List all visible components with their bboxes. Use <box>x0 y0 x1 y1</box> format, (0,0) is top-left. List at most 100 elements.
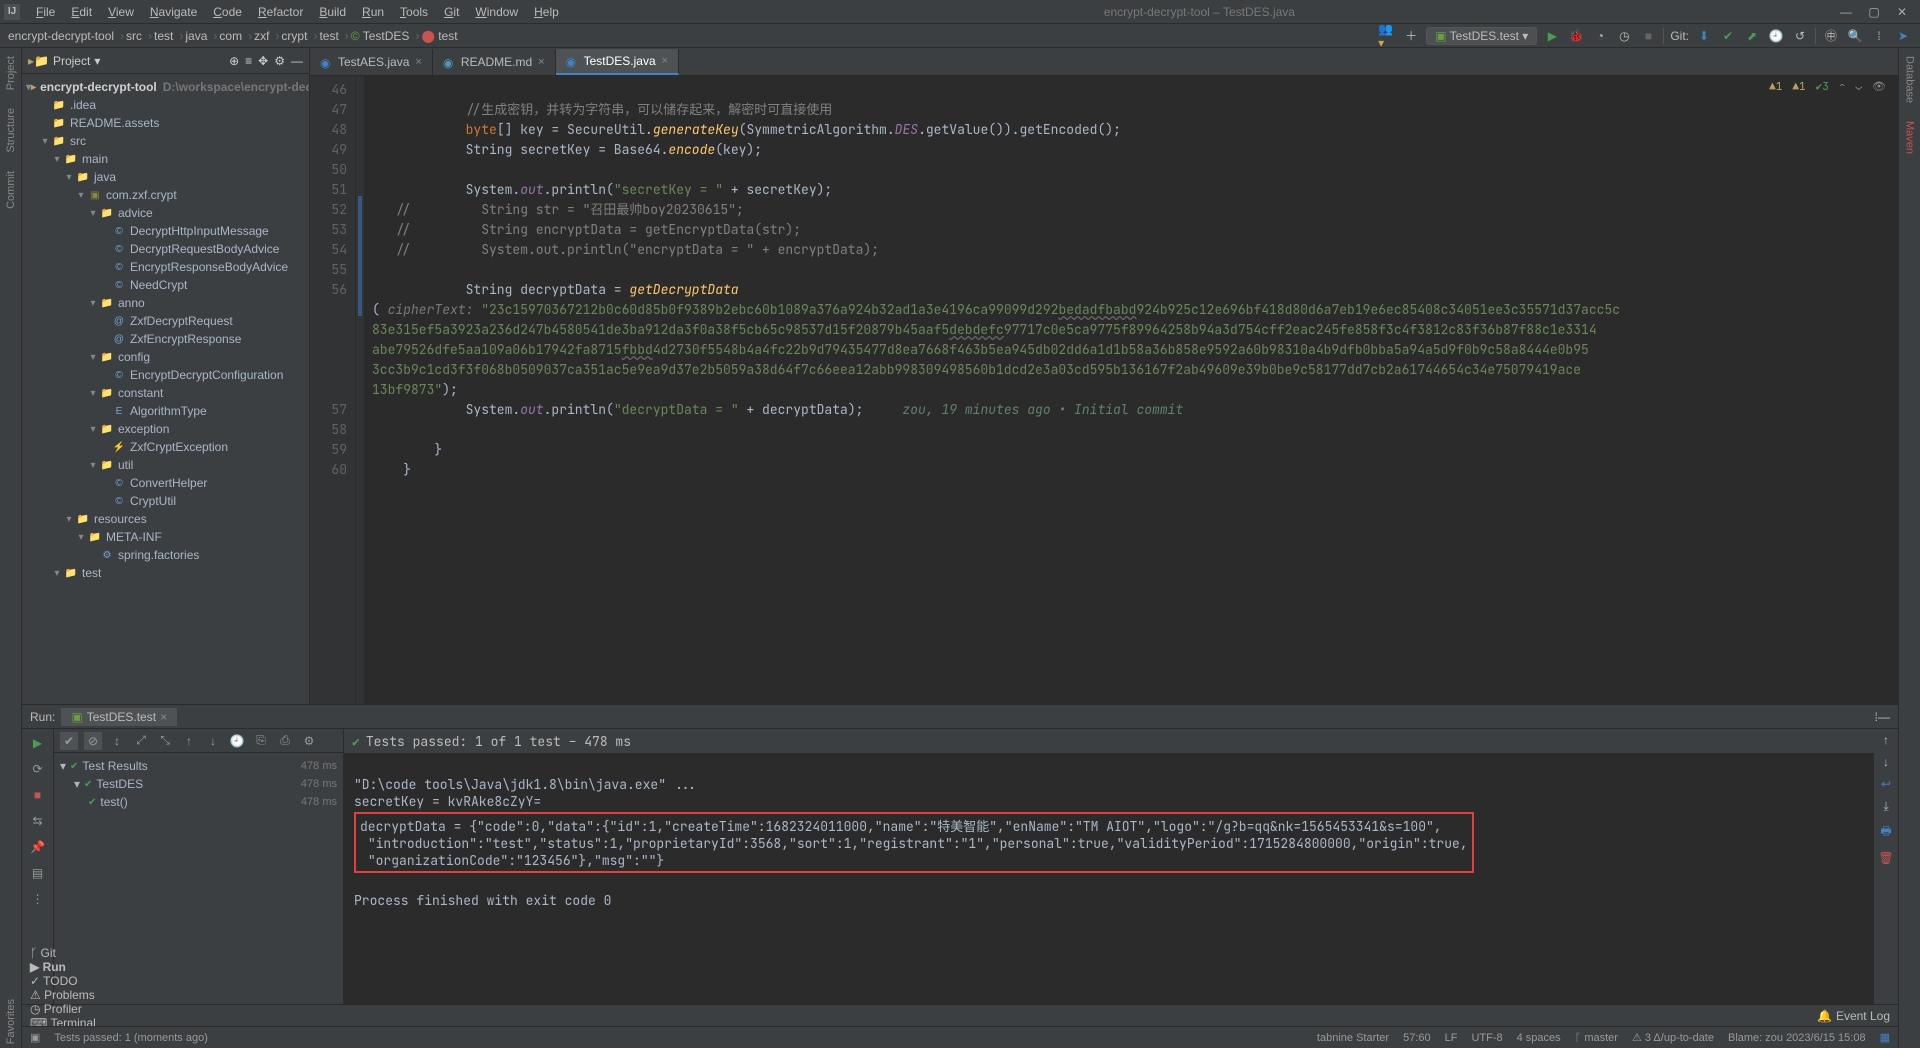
bottom-tab-todo[interactable]: ✓ TODO <box>30 974 121 988</box>
close-icon[interactable]: ✕ <box>1888 5 1916 19</box>
editor-tab[interactable]: ◉TestAES.java× <box>310 49 433 75</box>
structure-tool-tab[interactable]: Structure <box>5 104 17 157</box>
more-icon[interactable]: ⋮ <box>28 889 48 909</box>
breadcrumb-item[interactable]: test <box>319 29 338 43</box>
bottom-tab-profiler[interactable]: ◷ Profiler <box>30 1002 121 1016</box>
tabnine-label[interactable]: tabnine Starter <box>1317 1032 1389 1044</box>
tree-item[interactable]: @ZxfEncryptResponse <box>22 330 309 348</box>
tree-item[interactable]: ▾📁main <box>22 150 309 168</box>
bottom-tab-git[interactable]: ᚴ Git <box>30 946 121 960</box>
tree-item[interactable]: ▾📁util <box>22 456 309 474</box>
settings-gear-icon[interactable]: ⚙ <box>274 54 285 68</box>
expand-icon[interactable]: ✥ <box>258 54 268 68</box>
tree-item[interactable]: ©EncryptResponseBodyAdvice <box>22 258 309 276</box>
close-icon[interactable]: × <box>415 56 421 68</box>
test-suite[interactable]: ▾✔TestDES 478 ms <box>60 775 337 793</box>
stop-icon[interactable]: ■ <box>28 785 48 805</box>
tree-item[interactable]: ©DecryptHttpInputMessage <box>22 222 309 240</box>
status-icon[interactable]: ▣ <box>30 1031 40 1044</box>
git-rollback-icon[interactable]: ↺ <box>1791 27 1809 45</box>
next-icon[interactable]: ↓ <box>204 732 222 750</box>
menu-build[interactable]: Build <box>311 5 354 19</box>
scroll-end-icon[interactable]: ⤓ <box>1883 799 1888 814</box>
git-pull-icon[interactable]: ⬇ <box>1695 27 1713 45</box>
favorites-tool-tab[interactable]: Favorites <box>5 995 17 1048</box>
git-history-icon[interactable]: 🕘 <box>1767 27 1785 45</box>
tree-item[interactable]: 📁.idea <box>22 96 309 114</box>
layout-icon[interactable]: ▤ <box>28 863 48 883</box>
tree-item[interactable]: ▾📁exception <box>22 420 309 438</box>
close-icon[interactable]: × <box>160 710 167 724</box>
database-tool-tab[interactable]: Database <box>1904 52 1916 107</box>
test-results-root[interactable]: ▾✔Test Results 478 ms <box>60 757 337 775</box>
wrap-icon[interactable]: ↩ <box>1881 777 1891 791</box>
maven-tool-tab[interactable]: Maven <box>1904 117 1916 158</box>
collapse-all-icon[interactable]: ⤡ <box>156 732 174 750</box>
close-icon[interactable]: × <box>538 56 544 68</box>
event-log-tab[interactable]: 🔔 Event Log <box>1817 1009 1890 1023</box>
tree-item[interactable]: ©NeedCrypt <box>22 276 309 294</box>
menu-git[interactable]: Git <box>436 5 467 19</box>
git-delta[interactable]: ⚠ 3 Δ/up-to-date <box>1632 1031 1714 1044</box>
show-passed-icon[interactable]: ✔ <box>60 732 78 750</box>
run-tab[interactable]: ▣ TestDES.test × <box>61 708 177 726</box>
expand-all-icon[interactable]: ⤢ <box>132 732 150 750</box>
stop-icon[interactable]: ■ <box>1639 27 1657 45</box>
tree-item[interactable]: ©ConvertHelper <box>22 474 309 492</box>
breadcrumb-item[interactable]: encrypt-decrypt-tool <box>8 29 114 43</box>
tree-item[interactable]: EAlgorithmType <box>22 402 309 420</box>
translate-icon[interactable]: ㊥ <box>1822 27 1840 45</box>
up-icon[interactable]: ↑ <box>1883 733 1889 747</box>
tree-item[interactable]: ⚙spring.factories <box>22 546 309 564</box>
tree-item[interactable]: ▾📁advice <box>22 204 309 222</box>
breadcrumb-item[interactable]: test <box>154 29 173 43</box>
tree-item[interactable]: ▾📁config <box>22 348 309 366</box>
tree-item[interactable]: ▾📁META-INF <box>22 528 309 546</box>
rerun-failed-icon[interactable]: ⟳ <box>28 759 48 779</box>
tree-item[interactable]: ©DecryptRequestBodyAdvice <box>22 240 309 258</box>
git-branch[interactable]: ᚴ master <box>1575 1032 1618 1044</box>
menu-window[interactable]: Window <box>467 5 526 19</box>
tool-windows-icon[interactable]: ▦ <box>1880 1031 1890 1044</box>
project-tool-tab[interactable]: Project <box>5 52 17 94</box>
editor-tab[interactable]: ◉README.md× <box>433 49 556 75</box>
bottom-tab-run[interactable]: ▶ Run <box>30 960 121 974</box>
tree-item[interactable]: ▾📁src <box>22 132 309 150</box>
hide-icon[interactable]: — <box>291 54 303 68</box>
locate-icon[interactable]: ⊕ <box>229 54 239 68</box>
clear-icon[interactable]: 🗑 <box>1878 851 1893 865</box>
prev-icon[interactable]: ↑ <box>180 732 198 750</box>
menu-refactor[interactable]: Refactor <box>250 5 311 19</box>
rerun-icon[interactable]: ▶ <box>28 733 48 753</box>
blame-label[interactable]: Blame: zou 2023/6/15 15:08 <box>1728 1032 1866 1044</box>
gear-icon[interactable]: ⚙ <box>300 732 318 750</box>
collapse-icon[interactable]: ≡ <box>245 54 252 68</box>
tree-item[interactable]: 📁README.assets <box>22 114 309 132</box>
breadcrumb-item[interactable]: java <box>185 29 207 43</box>
show-ignored-icon[interactable]: ⊘ <box>84 732 102 750</box>
sort-icon[interactable]: ↕ <box>108 732 126 750</box>
tree-item[interactable]: ▾📁test <box>22 564 309 582</box>
menu-help[interactable]: Help <box>526 5 567 19</box>
print-icon[interactable]: 🖶 <box>1880 822 1891 843</box>
bottom-tab-problems[interactable]: ⚠ Problems <box>30 988 121 1002</box>
tree-item[interactable]: @ZxfDecryptRequest <box>22 312 309 330</box>
encoding[interactable]: UTF-8 <box>1471 1032 1502 1044</box>
editor-tab[interactable]: ◉TestDES.java× <box>556 49 679 75</box>
users-icon[interactable]: 👥▾ <box>1378 27 1396 45</box>
tree-item[interactable]: ▾📁java <box>22 168 309 186</box>
breadcrumb-item[interactable]: © TestDES <box>351 29 410 43</box>
down-icon[interactable]: ↓ <box>1883 755 1889 769</box>
pin-icon[interactable]: 📌 <box>28 837 48 857</box>
tree-item[interactable]: ▾▣com.zxf.crypt <box>22 186 309 204</box>
tree-item[interactable]: ▾▸encrypt-decrypt-toolD:\workspace\encry… <box>22 78 309 96</box>
commit-tool-tab[interactable]: Commit <box>5 167 17 213</box>
debug-icon[interactable]: 🐞 <box>1567 27 1585 45</box>
breadcrumb-item[interactable]: com <box>219 29 242 43</box>
caret-position[interactable]: 57:60 <box>1403 1032 1431 1044</box>
breadcrumb-item[interactable]: crypt <box>281 29 307 43</box>
menu-view[interactable]: View <box>100 5 142 19</box>
code-editor[interactable]: ▲1 ▲1 ✔3 ⌃⌄ 👁 46474849505152535455565758… <box>310 76 1898 704</box>
test-tree[interactable]: ▾✔Test Results 478 ms ▾✔TestDES 478 ms ✔… <box>54 753 343 815</box>
breadcrumb-item[interactable]: ⬤ test <box>421 29 457 43</box>
